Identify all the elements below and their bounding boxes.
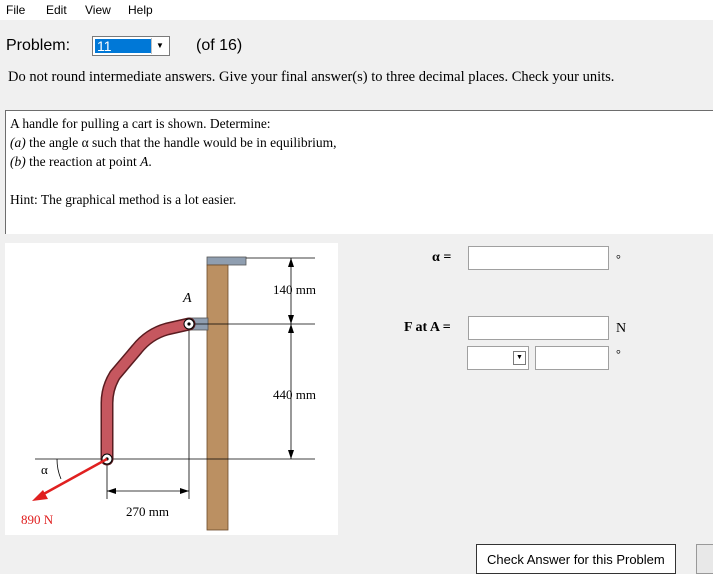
force-label: 890 N: [21, 512, 54, 527]
handle-bar-fill: [102, 319, 194, 464]
direction-dropdown[interactable]: ▼: [467, 346, 529, 370]
chevron-down-icon[interactable]: ▼: [151, 38, 168, 54]
statement-part-b: (b) the reaction at point A.: [10, 154, 152, 170]
direction-angle-input[interactable]: [535, 346, 609, 370]
part-b-text: the reaction at point: [25, 154, 141, 169]
force-answer-label: F at A =: [404, 320, 451, 335]
chevron-down-icon[interactable]: ▼: [513, 351, 526, 365]
vertical-post: [206, 264, 229, 531]
part-a-tag: (a): [10, 135, 26, 150]
pin-a-center: [187, 322, 191, 326]
check-answer-button[interactable]: Check Answer for this Problem: [476, 544, 676, 574]
statement-line-1: A handle for pulling a cart is shown. De…: [10, 116, 271, 131]
instructions-text: Do not round intermediate answers. Give …: [8, 69, 615, 85]
alpha-unit: °: [616, 252, 621, 266]
angle-arc: [56, 458, 62, 480]
direction-angle-unit: °: [616, 347, 621, 361]
statement-part-a: (a) the angle α such that the handle wou…: [10, 135, 337, 151]
part-a-text: the angle α such that the handle would b…: [25, 135, 337, 150]
problem-count: (of 16): [196, 37, 243, 54]
part-b-end: .: [148, 154, 152, 169]
force-unit: N: [616, 321, 627, 336]
point-a-label: A: [182, 291, 192, 306]
force-input[interactable]: [468, 316, 609, 340]
alpha-answer-label: α =: [432, 250, 452, 265]
menu-bar: File Edit View Help: [0, 0, 713, 20]
menu-file[interactable]: File: [6, 3, 25, 17]
problem-statement: A handle for pulling a cart is shown. De…: [5, 110, 713, 234]
statement-hint: Hint: The graphical method is a lot easi…: [10, 192, 237, 207]
handle-diagram: A 140 mm 440 mm 270 mm α 890 N: [21, 256, 316, 531]
menu-view[interactable]: View: [85, 3, 111, 17]
secondary-button[interactable]: [696, 544, 713, 574]
problem-label: Problem:: [6, 37, 71, 54]
menu-edit[interactable]: Edit: [46, 3, 67, 17]
problem-figure: A 140 mm 440 mm 270 mm α 890 N: [5, 243, 338, 535]
dim-440-label: 440 mm: [273, 387, 316, 402]
alpha-angle-label: α: [41, 462, 48, 477]
dim-140-label: 140 mm: [273, 282, 316, 297]
alpha-input[interactable]: [468, 246, 609, 270]
force-arrow-line: [39, 457, 108, 498]
dim-270-label: 270 mm: [126, 504, 169, 519]
part-b-tag: (b): [10, 154, 26, 169]
menu-help[interactable]: Help: [128, 3, 153, 17]
post-cap: [206, 256, 247, 266]
problem-selector-row: Problem: 11 ▼ (of 16): [0, 24, 713, 64]
problem-dropdown-value: 11: [95, 39, 151, 53]
problem-dropdown[interactable]: 11 ▼: [92, 36, 170, 56]
